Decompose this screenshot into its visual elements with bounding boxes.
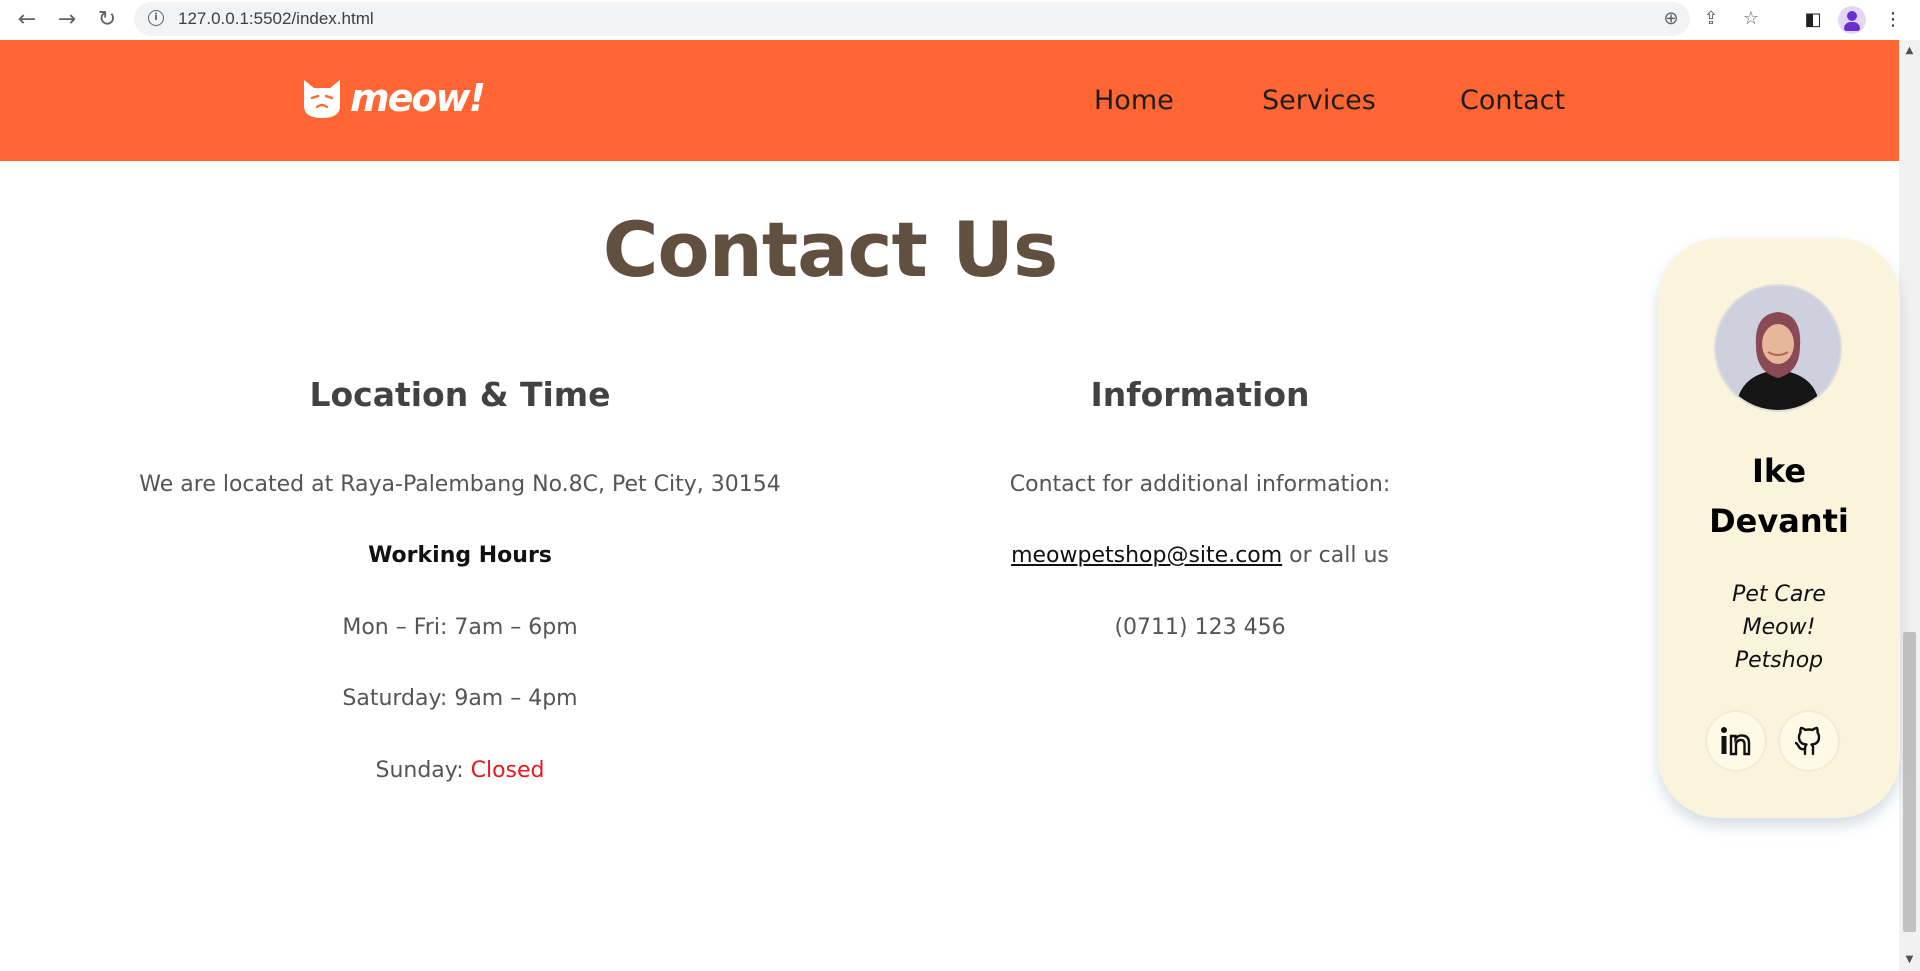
profile-role-line3: Petshop (1734, 648, 1824, 673)
profile-name: Ike Devanti (1658, 446, 1900, 546)
reload-icon[interactable]: ↻ (94, 7, 120, 33)
information-section: Information Contact for additional infor… (930, 375, 1470, 640)
scroll-up-icon[interactable]: ▲ (1899, 42, 1920, 60)
zoom-icon[interactable]: ⊕ (1660, 8, 1682, 30)
profile-card: Ike Devanti Pet Care Meow! Petshop (1658, 238, 1900, 818)
share-icon[interactable]: ⇪ (1700, 8, 1722, 30)
page-scrollbar[interactable]: ▲ ▼ (1899, 40, 1920, 971)
address-bar[interactable]: i 127.0.0.1:5502/index.html ⊕ ⇪ ☆ (134, 2, 1759, 36)
email-line: meowpetshop@site.com or call us (930, 543, 1470, 568)
cat-logo-icon (304, 80, 340, 118)
email-link[interactable]: meowpetshop@site.com (1011, 543, 1282, 568)
logo-text: meow! (350, 76, 486, 120)
side-panel-icon[interactable]: ◧ (1800, 7, 1826, 33)
bookmark-star-icon[interactable]: ☆ (1740, 8, 1762, 30)
sunday-label: Sunday: (375, 758, 471, 783)
call-us-text: or call us (1282, 543, 1389, 568)
linkedin-button[interactable] (1707, 712, 1765, 770)
profile-role: Pet Care Meow! Petshop (1658, 578, 1900, 677)
profile-name-last: Devanti (1709, 502, 1849, 540)
address-url[interactable]: 127.0.0.1:5502/index.html (178, 9, 374, 29)
profile-role-line2: Meow! (1742, 615, 1816, 640)
back-arrow-icon[interactable]: ← (14, 7, 40, 33)
profile-avatar-icon[interactable] (1838, 6, 1866, 34)
location-heading: Location & Time (309, 375, 611, 414)
phone-number: (0711) 123 456 (1114, 615, 1286, 640)
menu-kebab-icon[interactable]: ⋮ (1880, 7, 1906, 33)
saturday-hours: Saturday: 9am – 4pm (342, 686, 578, 711)
site-header: meow! Home Services Contact (0, 40, 1899, 161)
sunday-status: Closed (470, 758, 545, 783)
working-hours-label: Working Hours (368, 543, 552, 568)
scrollbar-thumb[interactable] (1903, 632, 1916, 932)
information-heading: Information (1090, 375, 1310, 414)
github-icon (1794, 726, 1821, 756)
nav-home[interactable]: Home (1094, 85, 1174, 116)
nav-services[interactable]: Services (1262, 85, 1376, 116)
profile-photo (1714, 284, 1842, 412)
weekday-hours: Mon – Fri: 7am – 6pm (342, 615, 578, 640)
profile-role-line1: Pet Care (1732, 582, 1826, 607)
sunday-hours: Sunday: Closed (130, 758, 790, 783)
linkedin-icon (1721, 727, 1751, 756)
profile-name-first: Ike (1751, 452, 1807, 490)
page-title: Contact Us (602, 205, 1059, 294)
address-text: We are located at Raya-Palembang No.8C, … (139, 472, 781, 497)
info-intro-text: Contact for additional information: (1009, 472, 1391, 497)
scroll-down-icon[interactable]: ▼ (1899, 951, 1920, 969)
forward-arrow-icon[interactable]: → (54, 7, 80, 33)
github-button[interactable] (1780, 712, 1838, 770)
site-info-icon[interactable]: i (148, 10, 164, 26)
site-logo[interactable]: meow! (300, 72, 486, 124)
browser-toolbar: ← → ↻ i 127.0.0.1:5502/index.html ⊕ ⇪ ☆ … (0, 0, 1920, 41)
location-time-section: Location & Time We are located at Raya-P… (130, 375, 790, 783)
nav-contact[interactable]: Contact (1460, 85, 1565, 116)
